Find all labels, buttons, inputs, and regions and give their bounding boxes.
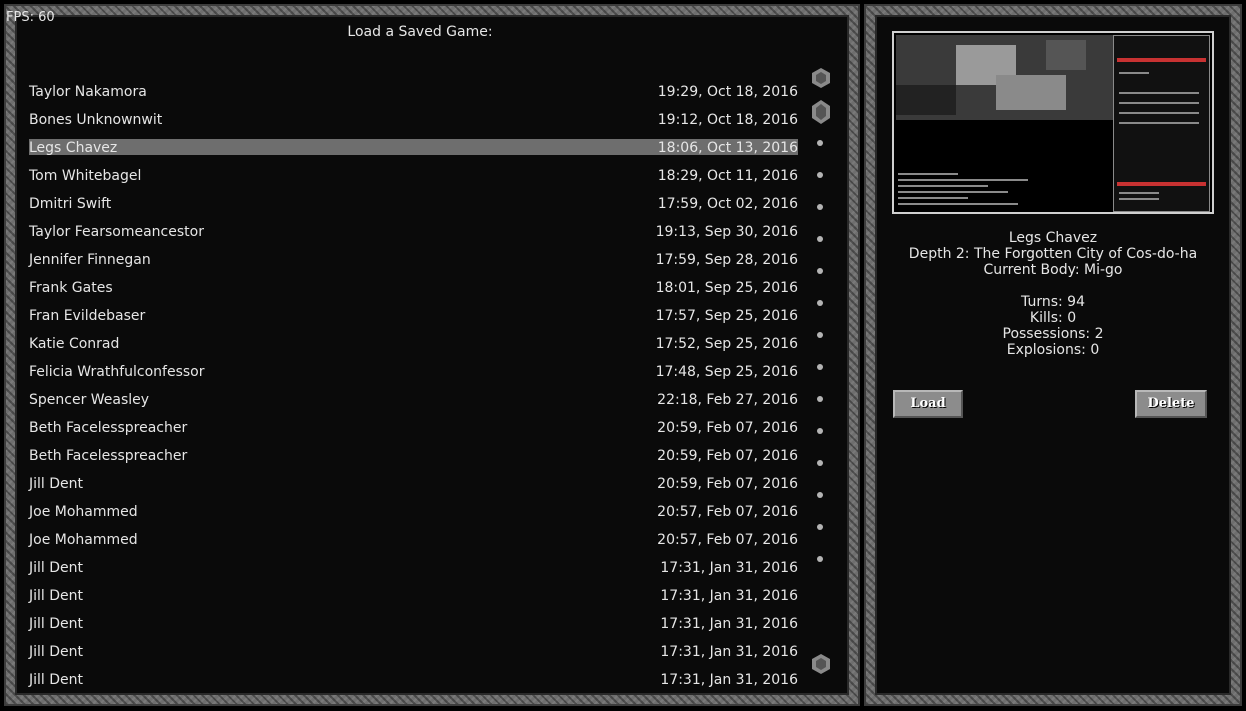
scroll-track-dot [817, 300, 823, 306]
save-row[interactable]: Jill Dent 17:31, Jan 31, 2016 [22, 559, 798, 587]
save-name: Jill Dent [29, 560, 84, 576]
save-name: Bones Unknownwit [29, 112, 163, 128]
turns-stat: Turns: 94 [1021, 294, 1085, 310]
save-row[interactable]: Taylor Nakamora 19:29, Oct 18, 2016 [22, 83, 798, 111]
save-name: Katie Conrad [29, 336, 120, 352]
save-date: 19:13, Sep 30, 2016 [655, 224, 798, 240]
save-date: 17:52, Sep 25, 2016 [655, 336, 798, 352]
save-name: Dmitri Swift [29, 196, 112, 212]
scroll-track-dot [817, 236, 823, 242]
save-row[interactable]: Jill Dent 17:31, Jan 31, 2016 [22, 615, 798, 643]
scroll-down-icon[interactable] [812, 654, 830, 674]
save-date: 19:29, Oct 18, 2016 [657, 84, 798, 100]
save-date: 18:06, Oct 13, 2016 [657, 140, 798, 156]
scroll-track-dot [817, 524, 823, 530]
save-date: 20:57, Feb 07, 2016 [657, 532, 798, 548]
game-preview-thumbnail [892, 31, 1214, 214]
possessions-stat: Possessions: 2 [1002, 326, 1104, 342]
save-date: 20:57, Feb 07, 2016 [657, 504, 798, 520]
save-date: 17:31, Jan 31, 2016 [660, 644, 798, 660]
save-row[interactable]: Beth Facelesspreacher 20:59, Feb 07, 2016 [22, 419, 798, 447]
save-name: Jill Dent [29, 644, 84, 660]
save-row[interactable]: Dmitri Swift 17:59, Oct 02, 2016 [22, 195, 798, 223]
save-name: Jill Dent [29, 476, 84, 492]
save-date: 17:59, Oct 02, 2016 [657, 196, 798, 212]
save-date: 20:59, Feb 07, 2016 [657, 448, 798, 464]
save-name: Jennifer Finnegan [29, 252, 151, 268]
save-name: Frank Gates [29, 280, 113, 296]
save-name: Legs Chavez [29, 140, 118, 156]
save-name: Beth Facelesspreacher [29, 448, 188, 464]
preview-sidebar [1113, 35, 1210, 212]
save-name: Tom Whitebagel [29, 168, 142, 184]
save-date: 20:59, Feb 07, 2016 [657, 420, 798, 436]
save-date: 19:12, Oct 18, 2016 [657, 112, 798, 128]
save-name: Taylor Fearsomeancestor [29, 224, 204, 240]
saved-games-list: Taylor Nakamora 19:29, Oct 18, 2016 Bones … [22, 83, 798, 699]
save-name: Fran Evildebaser [29, 308, 146, 324]
save-row[interactable]: Jennifer Finnegan 17:59, Sep 28, 2016 [22, 251, 798, 279]
save-row[interactable]: Jill Dent 17:31, Jan 31, 2016 [22, 643, 798, 671]
preview-map [896, 35, 1116, 120]
depth-location: Depth 2: The Forgotten City of Cos-do-ha [908, 246, 1198, 262]
scroll-track-dot [817, 140, 823, 146]
save-row[interactable]: Jill Dent 20:59, Feb 07, 2016 [22, 475, 798, 503]
save-name: Jill Dent [29, 588, 84, 604]
character-name: Legs Chavez [1008, 230, 1098, 246]
fps-counter: FPS: 60 [6, 10, 55, 25]
scroll-track-dot [817, 364, 823, 370]
save-name: Joe Mohammed [29, 504, 138, 520]
save-name: Jill Dent [29, 672, 84, 688]
explosions-stat: Explosions: 0 [1006, 342, 1100, 358]
save-row[interactable]: Jill Dent 17:31, Jan 31, 2016 [22, 587, 798, 615]
scrollbar[interactable] [812, 68, 830, 680]
scroll-track-dot [817, 268, 823, 274]
save-row[interactable]: Legs Chavez 18:06, Oct 13, 2016 [22, 139, 798, 167]
save-row[interactable]: Fran Evildebaser 17:57, Sep 25, 2016 [22, 307, 798, 335]
save-date: 17:59, Sep 28, 2016 [655, 252, 798, 268]
save-row[interactable]: Bones Unknownwit 19:12, Oct 18, 2016 [22, 111, 798, 139]
save-date: 22:18, Feb 27, 2016 [657, 392, 798, 408]
kills-stat: Kills: 0 [1029, 310, 1077, 326]
save-date: 17:31, Jan 31, 2016 [660, 588, 798, 604]
save-name: Felicia Wrathfulconfessor [29, 364, 205, 380]
save-row[interactable]: Taylor Fearsomeancestor 19:13, Sep 30, 20… [22, 223, 798, 251]
save-date: 17:31, Jan 31, 2016 [660, 560, 798, 576]
panel-title: Load a Saved Game: [347, 24, 493, 40]
save-name: Beth Facelesspreacher [29, 420, 188, 436]
save-date: 17:48, Sep 25, 2016 [655, 364, 798, 380]
save-date: 18:01, Sep 25, 2016 [655, 280, 798, 296]
scroll-thumb[interactable] [812, 100, 830, 124]
save-row[interactable]: Felicia Wrathfulconfessor 17:48, Sep 25, … [22, 363, 798, 391]
save-row[interactable]: Spencer Weasley 22:18, Feb 27, 2016 [22, 391, 798, 419]
save-date: 17:31, Jan 31, 2016 [660, 616, 798, 632]
save-name: Taylor Nakamora [29, 84, 147, 100]
save-date: 20:59, Feb 07, 2016 [657, 476, 798, 492]
save-date: 17:57, Sep 25, 2016 [655, 308, 798, 324]
save-row[interactable]: Tom Whitebagel 18:29, Oct 11, 2016 [22, 167, 798, 195]
scroll-track-dot [817, 492, 823, 498]
delete-button[interactable]: Delete [1135, 390, 1207, 418]
save-row[interactable]: Jill Dent 17:31, Jan 31, 2016 [22, 671, 798, 699]
save-row[interactable]: Joe Mohammed 20:57, Feb 07, 2016 [22, 531, 798, 559]
scroll-track-dot [817, 204, 823, 210]
scroll-track-dot [817, 332, 823, 338]
save-row[interactable]: Beth Facelesspreacher 20:59, Feb 07, 2016 [22, 447, 798, 475]
save-name: Spencer Weasley [29, 392, 150, 408]
scroll-track-dot [817, 556, 823, 562]
save-row[interactable]: Joe Mohammed 20:57, Feb 07, 2016 [22, 503, 798, 531]
load-button[interactable]: Load [893, 390, 963, 418]
scroll-track-dot [817, 428, 823, 434]
save-row[interactable]: Katie Conrad 17:52, Sep 25, 2016 [22, 335, 798, 363]
scroll-up-icon[interactable] [812, 68, 830, 88]
save-name: Joe Mohammed [29, 532, 138, 548]
save-date: 18:29, Oct 11, 2016 [657, 168, 798, 184]
save-date: 17:31, Jan 31, 2016 [660, 672, 798, 688]
scroll-track-dot [817, 460, 823, 466]
save-name: Jill Dent [29, 616, 84, 632]
scroll-track-dot [817, 396, 823, 402]
save-row[interactable]: Frank Gates 18:01, Sep 25, 2016 [22, 279, 798, 307]
current-body: Current Body: Mi-go [983, 262, 1123, 278]
scroll-track-dot [817, 172, 823, 178]
